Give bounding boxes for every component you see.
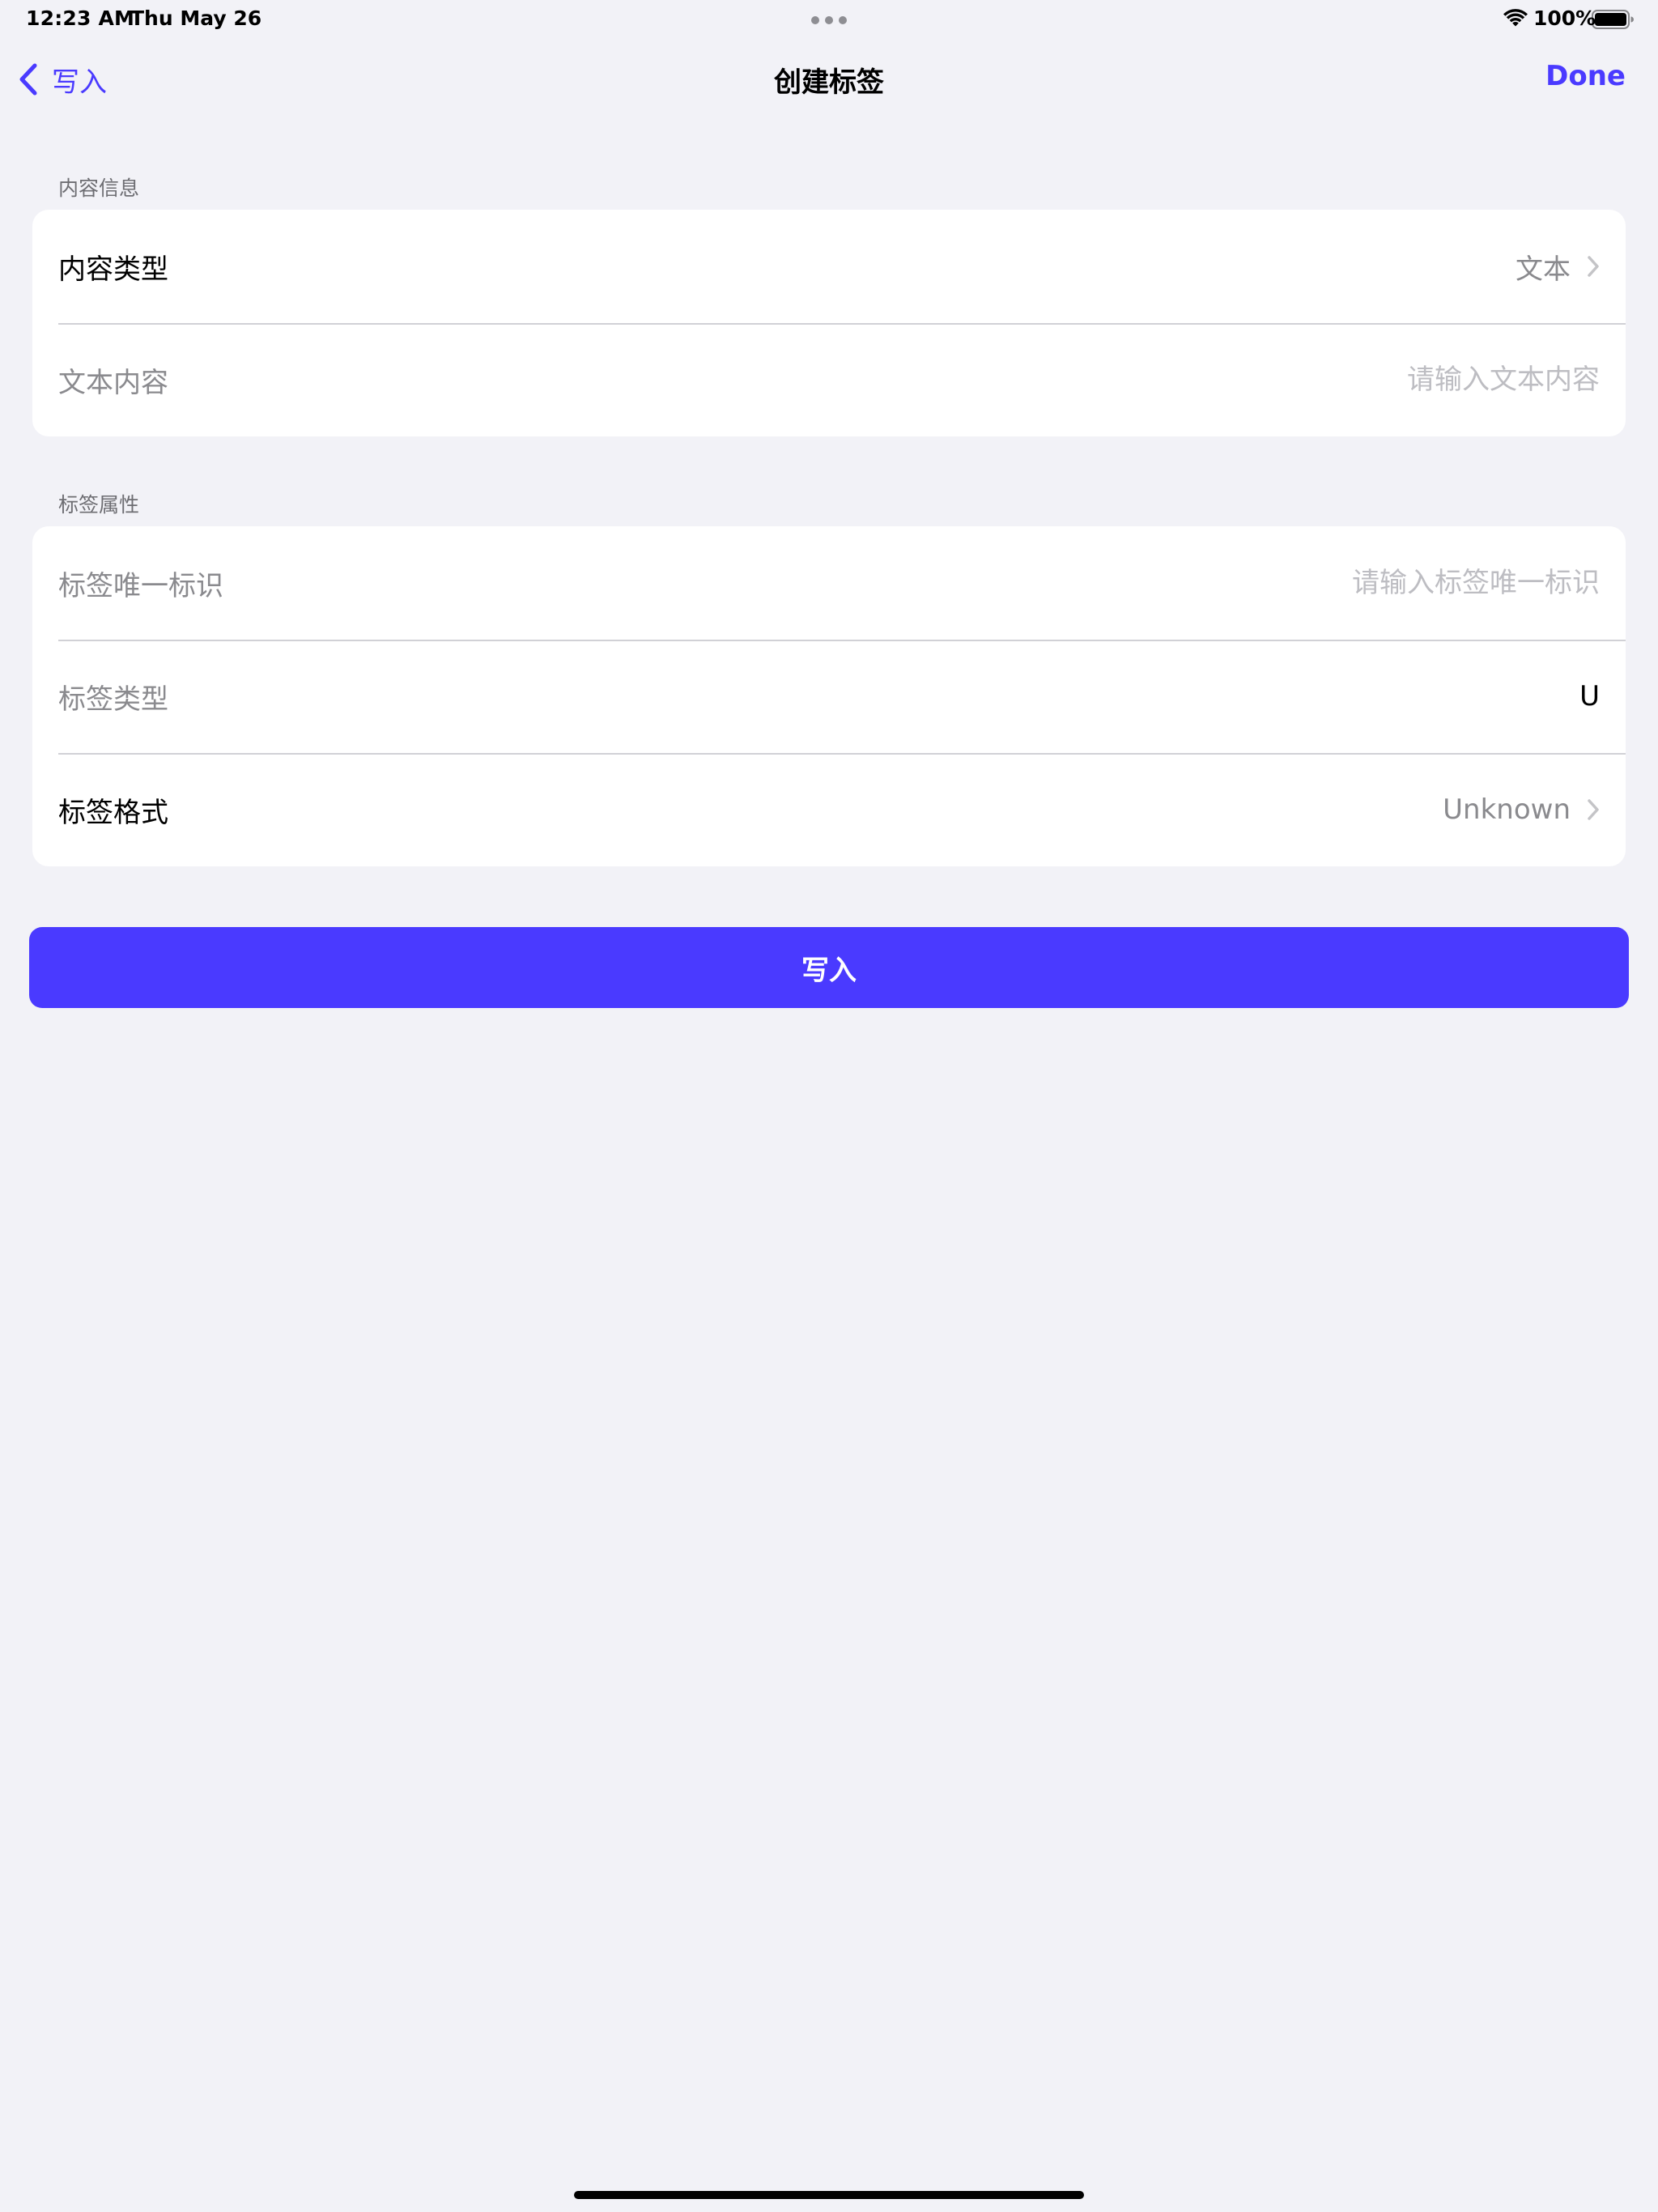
tag-format-row[interactable]: 标签格式 Unknown: [32, 753, 1626, 866]
text-content-label: 文本内容: [58, 366, 168, 399]
page-title: 创建标签: [774, 66, 884, 99]
tag-type-label: 标签类型: [58, 683, 168, 716]
section-header-content-info: 内容信息: [58, 177, 140, 200]
text-content-row: 文本内容: [32, 323, 1626, 436]
done-button[interactable]: Done: [1545, 60, 1626, 92]
content-type-row[interactable]: 内容类型 文本: [32, 210, 1626, 323]
tag-type-value: U: [1579, 680, 1600, 713]
wifi-icon: [1503, 9, 1528, 27]
battery-icon: [1592, 10, 1634, 29]
tag-id-row: 标签唯一标识: [32, 526, 1626, 640]
status-date: Thu May 26: [130, 6, 262, 30]
tag-format-value: Unknown: [1443, 793, 1571, 826]
more-dots-icon[interactable]: [811, 16, 847, 24]
text-content-input[interactable]: [871, 364, 1600, 396]
content-type-label: 内容类型: [58, 253, 168, 286]
tag-attributes-group: 标签唯一标识 标签类型 U 标签格式 Unknown: [32, 526, 1626, 866]
section-header-tag-attributes: 标签属性: [58, 493, 140, 517]
write-button-label: 写入: [801, 954, 857, 987]
tag-id-input[interactable]: [871, 567, 1600, 599]
tag-type-row: 标签类型 U: [32, 640, 1626, 753]
content-info-group: 内容类型 文本 文本内容: [32, 210, 1626, 436]
chevron-right-icon: [1588, 256, 1599, 277]
write-button[interactable]: 写入: [29, 927, 1629, 1008]
status-time: 12:23 AM: [26, 6, 135, 30]
home-indicator[interactable]: [574, 2191, 1084, 2199]
content-type-value: 文本: [1516, 253, 1571, 286]
battery-percent: 100%: [1533, 6, 1596, 30]
chevron-right-icon: [1588, 799, 1599, 820]
tag-id-label: 标签唯一标识: [58, 569, 223, 602]
tag-format-label: 标签格式: [58, 796, 168, 829]
